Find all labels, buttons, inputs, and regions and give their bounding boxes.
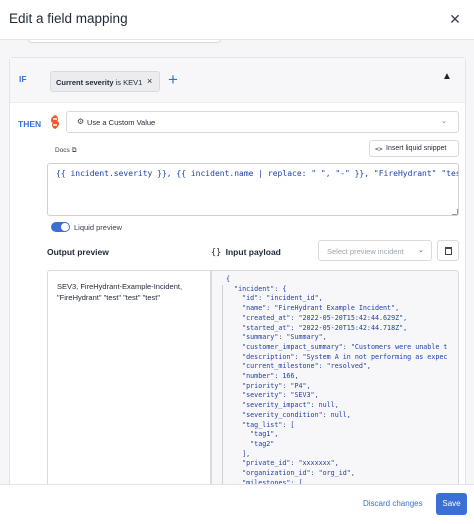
condition-operator: is [113, 78, 124, 87]
payload-line: "priority": "P4", [226, 381, 311, 390]
code-icon: <> [375, 145, 383, 153]
firehydrant-logo-icon [50, 115, 60, 129]
payload-line: "description": "System A in not performi… [226, 352, 448, 361]
payload-line: "summary": "Summary", [226, 333, 327, 342]
condition-value: KEV1 [123, 78, 143, 87]
resize-handle[interactable] [452, 209, 458, 215]
previous-field-input[interactable] [28, 40, 221, 43]
dialog-body: IF Current severity is KEV1 × + ▲ THEN ⚙… [0, 40, 474, 484]
insert-liquid-snippet-button[interactable]: <> Insert liquid snippet [369, 140, 459, 157]
if-label: IF [19, 74, 27, 84]
template-code[interactable]: {{ incident.severity }}, {{ incident.nam… [56, 169, 458, 178]
payload-json: { "incident": { "id": "incident_id", "na… [226, 275, 447, 484]
add-condition-button[interactable]: + [168, 70, 178, 90]
output-preview-box: SEV3, FireHydrant-Example-Incident, "Fir… [47, 270, 211, 484]
liquid-preview-toggle[interactable] [51, 222, 70, 232]
payload-line: "tag2" [226, 439, 275, 448]
insert-snippet-label: Insert liquid snippet [386, 145, 447, 152]
trash-icon [445, 247, 452, 255]
remove-condition-icon[interactable]: × [147, 76, 152, 86]
payload-line: { [226, 275, 231, 283]
input-payload-title: {} Input payload [211, 247, 281, 258]
docs-label: Docs [55, 147, 70, 154]
output-preview-title: Output preview [47, 247, 109, 257]
indent-guide [222, 285, 223, 484]
close-icon[interactable]: ✕ [447, 11, 463, 27]
condition-row: IF Current severity is KEV1 × + ▲ [10, 58, 465, 103]
toggle-knob [61, 223, 69, 231]
chevron-down-icon: ⌄ [441, 118, 447, 125]
custom-value-icon: ⚙ [77, 117, 85, 126]
condition-text: Current severity is KEV1 [56, 78, 142, 87]
output-preview-value: SEV3, FireHydrant-Example-Incident, "Fir… [57, 282, 183, 302]
template-editor[interactable]: {{ incident.severity }}, {{ incident.nam… [47, 163, 459, 216]
condition-chip[interactable]: Current severity is KEV1 × [50, 71, 160, 92]
payload-line: "customer_impact_summary": "Customers we… [226, 342, 448, 351]
payload-line: "tag1", [226, 430, 279, 439]
input-payload-label: Input payload [225, 247, 281, 257]
docs-link[interactable]: Docs ⧉ [55, 147, 76, 155]
dialog-footer: Discard changes Save [0, 484, 474, 524]
payload-line: "private_id": "xxxxxxx", [226, 459, 339, 468]
chevron-up-icon[interactable]: ▲ [442, 71, 452, 82]
chevron-down-icon: ⌄ [418, 247, 424, 254]
payload-line: ], [226, 449, 251, 458]
payload-line: "current_milestone": "resolved", [226, 362, 371, 371]
input-payload-box[interactable]: { "incident": { "id": "incident_id", "na… [211, 270, 459, 484]
preview-incident-select[interactable]: Select preview incident ⌄ [318, 240, 432, 261]
preview-incident-placeholder: Select preview incident [327, 247, 404, 256]
condition-field: Current severity [56, 78, 114, 87]
payload-line: "severity_condition": null, [226, 410, 351, 419]
payload-line: "number": 166, [226, 372, 299, 381]
payload-line: "severity": "SEV3", [226, 391, 319, 400]
action-select[interactable]: ⚙ Use a Custom Value ⌄ [66, 111, 459, 133]
mapping-rule-card: IF Current severity is KEV1 × + ▲ THEN ⚙… [9, 57, 466, 484]
dialog-title: Edit a field mapping [9, 11, 128, 26]
payload-line: "name": "FireHydrant Example Incident", [226, 304, 400, 313]
payload-line: "severity_impact": null, [226, 401, 339, 410]
braces-icon: {} [211, 248, 222, 258]
save-button[interactable]: Save [436, 493, 467, 515]
liquid-preview-label: Liquid preview [74, 223, 122, 232]
payload-line: "created_at": "2022-05-20T15:42:44.629Z"… [226, 313, 408, 322]
external-link-icon: ⧉ [71, 147, 77, 154]
payload-line: "tag_list": [ [226, 420, 295, 429]
dialog-header: Edit a field mapping ✕ [0, 0, 474, 40]
clear-preview-button[interactable] [437, 240, 459, 261]
payload-line: "organization_id": "org_id", [226, 469, 355, 478]
payload-line: "incident": { [226, 284, 287, 293]
discard-changes-button[interactable]: Discard changes [363, 499, 423, 508]
payload-line: "id": "incident_id", [226, 294, 323, 303]
payload-line: "started_at": "2022-05-20T15:42:44.718Z"… [226, 323, 408, 332]
then-label: THEN [18, 119, 42, 129]
action-select-value: Use a Custom Value [87, 118, 156, 127]
